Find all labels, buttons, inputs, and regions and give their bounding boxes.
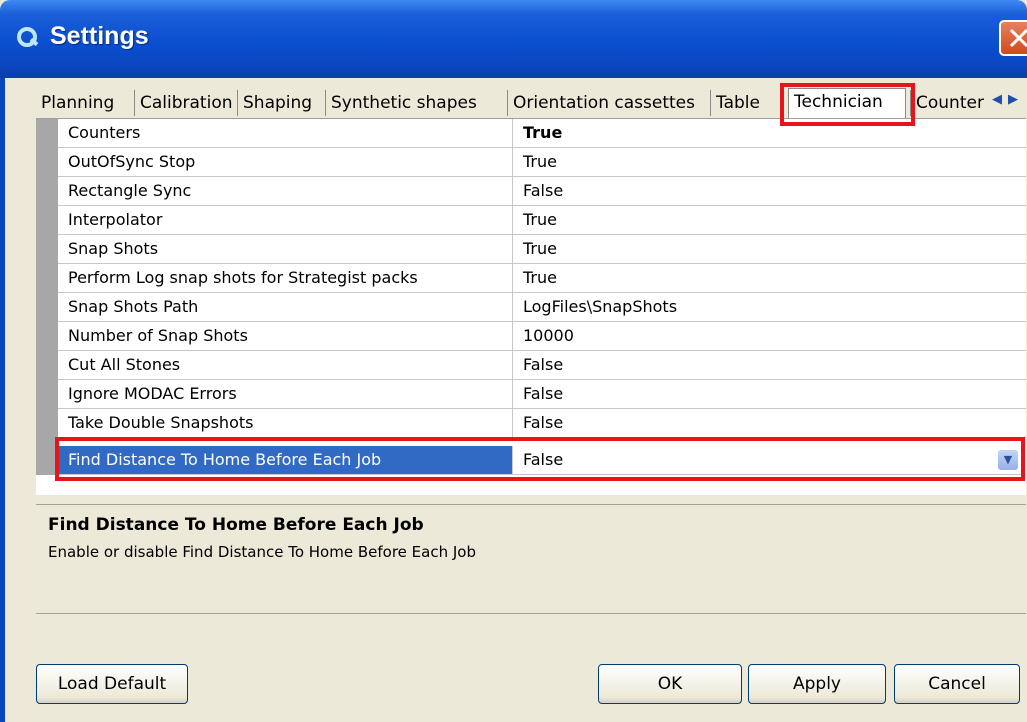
- property-name: Snap Shots: [68, 239, 159, 258]
- tab-planning[interactable]: Planning: [36, 90, 134, 116]
- property-value[interactable]: True: [523, 148, 557, 176]
- ok-button[interactable]: OK: [598, 664, 742, 704]
- window-title: Settings: [50, 22, 149, 50]
- column-divider: [512, 446, 513, 474]
- property-name: Ignore MODAC Errors: [68, 384, 237, 403]
- property-name: Counters: [68, 123, 141, 142]
- column-divider: [512, 293, 513, 321]
- description-title: Find Distance To Home Before Each Job: [48, 515, 424, 535]
- property-row-rectangle-sync[interactable]: Rectangle Sync False: [58, 177, 1026, 206]
- property-name: Perform Log snap shots for Strategist pa…: [68, 268, 418, 287]
- property-row-cut-all-stones[interactable]: Cut All Stones False: [58, 351, 1026, 380]
- property-value[interactable]: True: [523, 235, 557, 263]
- description-panel: Find Distance To Home Before Each Job En…: [36, 504, 1026, 614]
- column-divider: [512, 322, 513, 350]
- tab-table[interactable]: Table: [710, 90, 780, 116]
- property-value[interactable]: True: [523, 119, 562, 147]
- property-row-number-of-snap-shots[interactable]: Number of Snap Shots 10000: [58, 322, 1026, 351]
- column-divider: [512, 206, 513, 234]
- property-row-counters[interactable]: Counters True: [58, 119, 1026, 148]
- property-name: OutOfSync Stop: [68, 152, 196, 171]
- close-button[interactable]: [999, 20, 1027, 56]
- chevron-down-icon[interactable]: ▼: [998, 450, 1018, 470]
- app-logo-icon: [17, 27, 39, 47]
- property-row-ignore-modac-errors[interactable]: Ignore MODAC Errors False: [58, 380, 1026, 409]
- title-bar[interactable]: Settings: [0, 0, 1027, 78]
- property-name: Cut All Stones: [68, 355, 181, 374]
- property-value[interactable]: True: [523, 206, 557, 234]
- property-row-outofsync-stop[interactable]: OutOfSync Stop True: [58, 148, 1026, 177]
- property-value-select[interactable]: False: [523, 446, 563, 474]
- column-divider: [512, 177, 513, 205]
- property-row-take-double-snapshots[interactable]: Take Double Snapshots False: [58, 409, 1026, 438]
- property-row-snap-shots-path[interactable]: Snap Shots Path LogFiles\SnapShots: [58, 293, 1026, 322]
- chevron-right-icon[interactable]: ▶: [1008, 92, 1024, 107]
- property-row-interpolator[interactable]: Interpolator True: [58, 206, 1026, 235]
- tab-counters[interactable]: Counters: [910, 90, 984, 116]
- property-name: Snap Shots Path: [68, 297, 199, 316]
- column-divider: [512, 235, 513, 263]
- description-text: Enable or disable Find Distance To Home …: [48, 543, 476, 561]
- column-divider: [512, 264, 513, 292]
- tab-calibration[interactable]: Calibration: [134, 90, 237, 116]
- close-icon: [1009, 28, 1027, 48]
- chevron-left-icon[interactable]: ◀: [992, 92, 1008, 107]
- window-frame-left: [0, 78, 5, 722]
- property-value[interactable]: 10000: [523, 322, 574, 350]
- property-value[interactable]: False: [523, 177, 563, 205]
- property-value[interactable]: LogFiles\SnapShots: [523, 293, 677, 321]
- column-divider: [512, 148, 513, 176]
- property-value[interactable]: False: [523, 380, 563, 408]
- property-value[interactable]: False: [523, 351, 563, 379]
- settings-window: Settings Planning Calibration Shaping Sy…: [0, 0, 1027, 722]
- tab-technician[interactable]: Technician: [788, 88, 906, 118]
- property-name: Number of Snap Shots: [68, 326, 248, 345]
- load-default-button[interactable]: Load Default: [36, 664, 188, 704]
- column-divider: [512, 351, 513, 379]
- property-name: Find Distance To Home Before Each Job: [68, 450, 382, 469]
- property-grid: Counters True OutOfSync Stop True Rectan…: [36, 118, 1026, 495]
- property-value[interactable]: True: [523, 264, 557, 292]
- grid-margin: [36, 119, 58, 475]
- tab-strip: Planning Calibration Shaping Synthetic s…: [36, 88, 1027, 120]
- tab-synthetic-shapes[interactable]: Synthetic shapes: [325, 90, 507, 116]
- tab-scroll-buttons[interactable]: ◀▶: [992, 92, 1027, 114]
- property-name: Interpolator: [68, 210, 163, 229]
- tab-shaping[interactable]: Shaping: [237, 90, 325, 116]
- column-divider: [512, 409, 513, 437]
- property-row-log-snap-shots[interactable]: Perform Log snap shots for Strategist pa…: [58, 264, 1026, 293]
- property-value[interactable]: False: [523, 409, 563, 437]
- property-row-find-distance-to-home[interactable]: Find Distance To Home Before Each Job Fa…: [58, 446, 1026, 475]
- column-divider: [512, 119, 513, 147]
- property-row-snap-shots[interactable]: Snap Shots True: [58, 235, 1026, 264]
- apply-button[interactable]: Apply: [748, 664, 886, 704]
- cancel-button[interactable]: Cancel: [894, 664, 1020, 704]
- property-name: Rectangle Sync: [68, 181, 192, 200]
- column-divider: [512, 380, 513, 408]
- property-name: Take Double Snapshots: [68, 413, 254, 432]
- tab-orientation-cassettes[interactable]: Orientation cassettes: [507, 90, 710, 116]
